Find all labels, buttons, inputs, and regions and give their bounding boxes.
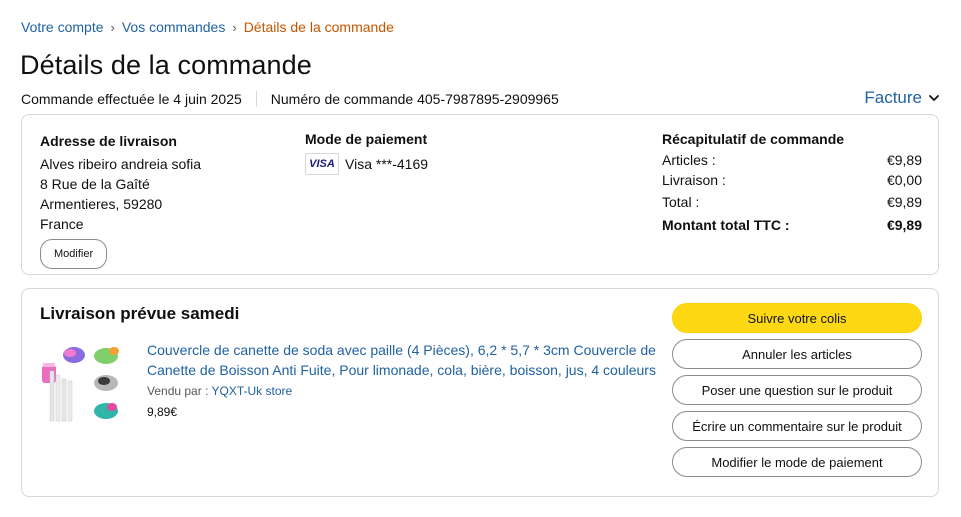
address-line: Alves ribeiro andreia sofia (40, 156, 202, 172)
breadcrumb-your-account[interactable]: Votre compte (21, 19, 104, 35)
summary-title: Récapitulatif de commande (662, 131, 845, 147)
delivery-card: Livraison prévue samedi Couvercle de can… (21, 288, 939, 497)
summary-value: €9,89 (886, 217, 922, 233)
product-price: 9,89€ (147, 405, 178, 419)
product-title-link[interactable]: Couvercle de canette de soda avec paille… (147, 340, 662, 380)
breadcrumb-separator: › (232, 19, 237, 35)
order-summary: Récapitulatif de commande Articles : €9,… (662, 131, 922, 233)
meta-divider (255, 91, 257, 107)
invoice-label: Facture (864, 88, 922, 107)
summary-row: Livraison : €0,00 (662, 172, 922, 188)
payment-title: Mode de paiement (305, 131, 428, 147)
summary-label: Articles : (662, 152, 716, 168)
summary-row: Total : €9,89 (662, 194, 922, 210)
address-line: 8 Rue de la Gaîté (40, 176, 150, 192)
edit-address-button[interactable]: Modifier (40, 239, 108, 269)
order-actions: Suivre votre colis Annuler les articles … (672, 303, 922, 483)
track-package-button[interactable]: Suivre votre colis (672, 303, 922, 333)
seller-info: Vendu par : YQXT-Uk store (147, 384, 662, 398)
summary-row: Articles : €9,89 (662, 152, 922, 168)
summary-value: €9,89 (886, 194, 922, 210)
order-info-card: Adresse de livraison Alves ribeiro andre… (21, 114, 939, 275)
seller-label: Vendu par (147, 384, 202, 398)
breadcrumb: Votre compte › Vos commandes › Détails d… (21, 19, 394, 35)
chevron-down-icon (929, 95, 939, 101)
payment-method: Mode de paiement VISA Visa ***-4169 (305, 131, 428, 175)
card-text: Visa ***-4169 (345, 156, 429, 172)
ask-question-button[interactable]: Poser une question sur le produit (672, 375, 922, 405)
breadcrumb-separator: › (110, 19, 115, 35)
shipping-title: Adresse de livraison (40, 133, 177, 149)
delivery-title: Livraison prévue samedi (40, 304, 240, 323)
order-meta: Commande effectuée le 4 juin 2025 Numéro… (21, 91, 559, 107)
summary-value: €0,00 (886, 172, 922, 188)
address-line: France (40, 216, 84, 232)
summary-value: €9,89 (886, 152, 922, 168)
seller-link[interactable]: : YQXT-Uk store (205, 384, 292, 398)
product-details: Couvercle de canette de soda avec paille… (147, 340, 662, 419)
order-date: Commande effectuée le 4 juin 2025 (21, 91, 242, 107)
visa-card-icon: VISA (305, 153, 339, 175)
invoice-dropdown[interactable]: Facture (864, 88, 940, 108)
page-title: Détails de la commande (20, 50, 312, 80)
summary-label: Livraison : (662, 172, 726, 188)
write-review-button[interactable]: Écrire un commentaire sur le produit (672, 411, 922, 441)
breadcrumb-current: Détails de la commande (243, 19, 394, 35)
product-thumbnail[interactable] (40, 341, 128, 429)
breadcrumb-your-orders[interactable]: Vos commandes (122, 19, 226, 35)
change-payment-button[interactable]: Modifier le mode de paiement (672, 447, 922, 477)
shipping-address: Adresse de livraison Alves ribeiro andre… (40, 131, 201, 269)
summary-label: Montant total TTC : (662, 217, 790, 233)
order-number: Numéro de commande 405-7987895-2909965 (270, 91, 559, 107)
summary-total-row: Montant total TTC : €9,89 (662, 217, 922, 233)
address-line: Armentieres, 59280 (40, 196, 163, 212)
cancel-items-button[interactable]: Annuler les articles (672, 339, 922, 369)
summary-label: Total : (662, 194, 700, 210)
